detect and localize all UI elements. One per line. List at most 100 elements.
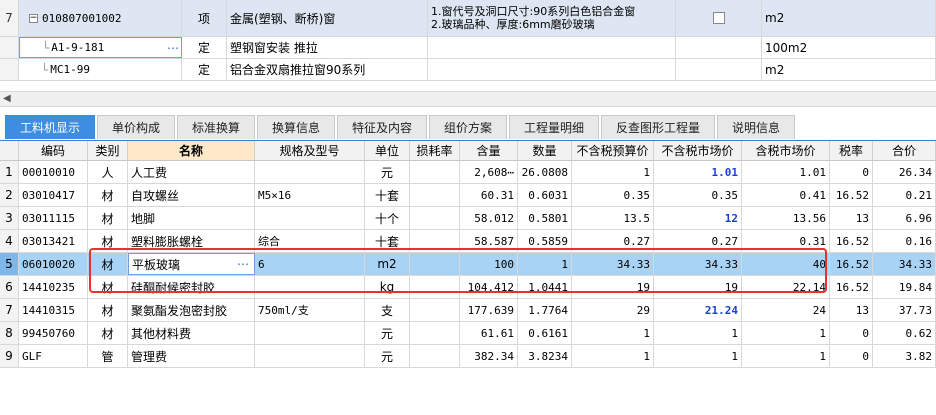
code-cell[interactable]: 00010010 — [19, 161, 88, 183]
total-cell[interactable]: 6.96 — [873, 207, 936, 229]
tax-rate-cell[interactable]: 16.52 — [830, 253, 873, 275]
category-cell[interactable]: 材 — [88, 253, 128, 275]
name-cell[interactable]: 其他材料费 — [128, 322, 255, 344]
budget-price-cell[interactable]: 1 — [572, 322, 654, 344]
tab-standard-conversion[interactable]: 标准换算 — [177, 115, 255, 139]
horizontal-scrollbar[interactable]: ◀ — [0, 91, 936, 107]
code-cell[interactable]: 03010417 — [19, 184, 88, 206]
tax-rate-cell[interactable]: 0 — [830, 161, 873, 183]
top-row-item[interactable]: 7 − 010807001002 项 金属(塑钢、断桥)窗 1.窗代号及洞口尺寸… — [0, 0, 936, 37]
market-price-cell[interactable]: 1.01 — [654, 161, 742, 183]
spec-cell[interactable] — [255, 322, 365, 344]
unit-cell[interactable]: 元 — [365, 322, 410, 344]
spec-cell[interactable] — [255, 207, 365, 229]
tab-notes[interactable]: 说明信息 — [717, 115, 795, 139]
code-cell[interactable]: GLF — [19, 345, 88, 367]
table-row[interactable]: 3 03011115 材地脚 十个 58.012 0.5801 13.5 12 13.56 13 6… — [0, 207, 936, 230]
spec-cell[interactable]: M5×16 — [255, 184, 365, 206]
tab-graphic-quantity[interactable]: 反查图形工程量 — [601, 115, 715, 139]
checkbox-cell[interactable] — [676, 0, 762, 36]
market-price-cell[interactable]: 21.24 — [654, 299, 742, 321]
category-cell[interactable]: 人 — [88, 161, 128, 183]
tab-unit-price[interactable]: 单价构成 — [97, 115, 175, 139]
tab-conversion-info[interactable]: 换算信息 — [257, 115, 335, 139]
top-row-sub[interactable]: └ MC1-99 定 铝合金双扇推拉窗90系列 m2 — [0, 59, 936, 81]
content-cell[interactable]: 104.412 — [460, 276, 518, 298]
total-cell[interactable]: 0.62 — [873, 322, 936, 344]
market-price-cell[interactable]: 0.27 — [654, 230, 742, 252]
name-cell[interactable]: 铝合金双扇推拉窗90系列 — [227, 59, 428, 80]
loss-cell[interactable] — [410, 230, 460, 252]
header-category[interactable]: 类别 — [88, 141, 128, 160]
market-price-cell[interactable]: 19 — [654, 276, 742, 298]
tax-rate-cell[interactable]: 0 — [830, 345, 873, 367]
tax-market-price-cell[interactable]: 1 — [742, 322, 830, 344]
name-cell[interactable]: 人工费 — [128, 161, 255, 183]
total-cell[interactable]: 19.84 — [873, 276, 936, 298]
category-cell[interactable]: 管 — [88, 345, 128, 367]
tax-market-price-cell[interactable]: 24 — [742, 299, 830, 321]
more-icon[interactable]: ⋯ — [237, 257, 251, 271]
unit-cell[interactable]: 元 — [365, 345, 410, 367]
header-tax-market-price[interactable]: 含税市场价 — [742, 141, 830, 160]
unit-cell[interactable]: 十个 — [365, 207, 410, 229]
quantity-cell[interactable]: 0.6161 — [518, 322, 572, 344]
category-cell[interactable]: 材 — [88, 322, 128, 344]
tax-rate-cell[interactable]: 13 — [830, 207, 873, 229]
spec-cell[interactable] — [255, 345, 365, 367]
name-cell[interactable]: 硅酮耐候密封胶 — [128, 276, 255, 298]
unit-cell[interactable]: 元 — [365, 161, 410, 183]
code-cell[interactable]: 14410235 — [19, 276, 88, 298]
table-row[interactable]: 7 14410315 材聚氨酯发泡密封胶 750ml/支支 177.639 1.7764 2… — [0, 299, 936, 322]
name-cell[interactable]: 聚氨酯发泡密封胶 — [128, 299, 255, 321]
header-budget-price[interactable]: 不含税预算价 — [572, 141, 654, 160]
budget-price-cell[interactable]: 1 — [572, 161, 654, 183]
header-loss[interactable]: 损耗率 — [410, 141, 460, 160]
scroll-left-icon[interactable]: ◀ — [3, 93, 11, 104]
unit-cell[interactable]: kg — [365, 276, 410, 298]
tab-materials[interactable]: 工料机显示 — [5, 115, 95, 139]
budget-price-cell[interactable]: 34.33 — [572, 253, 654, 275]
loss-cell[interactable] — [410, 322, 460, 344]
unit-cell[interactable]: m2 — [365, 253, 410, 275]
code-cell[interactable]: └ MC1-99 — [19, 59, 182, 80]
header-content[interactable]: 含量 — [460, 141, 518, 160]
name-cell[interactable]: 金属(塑钢、断桥)窗 — [227, 0, 428, 36]
total-cell[interactable]: 26.34 — [873, 161, 936, 183]
feature-cell[interactable] — [428, 59, 676, 80]
table-row[interactable]: 6 14410235 材硅酮耐候密封胶 kg 104.412 1.0441 19 19 22.1… — [0, 276, 936, 299]
tax-rate-cell[interactable]: 0 — [830, 322, 873, 344]
quantity-cell[interactable]: 0.5801 — [518, 207, 572, 229]
code-cell[interactable]: 99450760 — [19, 322, 88, 344]
content-cell[interactable]: 61.61 — [460, 322, 518, 344]
category-cell[interactable]: 材 — [88, 184, 128, 206]
name-cell[interactable]: 地脚 — [128, 207, 255, 229]
unit-cell[interactable]: 十套 — [365, 230, 410, 252]
code-cell[interactable]: 03013421 — [19, 230, 88, 252]
budget-price-cell[interactable]: 1 — [572, 345, 654, 367]
content-cell[interactable]: 60.31 — [460, 184, 518, 206]
table-row[interactable]: 2 03010417 材自攻螺丝 M5×16 十套 60.31 0.6031 0.35 0.35… — [0, 184, 936, 207]
category-cell[interactable]: 材 — [88, 299, 128, 321]
category-cell[interactable]: 材 — [88, 230, 128, 252]
code-cell[interactable]: 06010020 — [19, 253, 88, 275]
total-cell[interactable]: 0.21 — [873, 184, 936, 206]
content-cell[interactable]: 2,608⋯ — [460, 161, 518, 183]
quantity-cell[interactable]: 1.7764 — [518, 299, 572, 321]
quantity-cell[interactable]: 1.0441 — [518, 276, 572, 298]
tax-market-price-cell[interactable]: 1 — [742, 345, 830, 367]
total-cell[interactable]: 0.16 — [873, 230, 936, 252]
unit-cell[interactable]: 支 — [365, 299, 410, 321]
tax-market-price-cell[interactable]: 40 — [742, 253, 830, 275]
budget-price-cell[interactable]: 0.35 — [572, 184, 654, 206]
total-cell[interactable]: 3.82 — [873, 345, 936, 367]
header-market-price[interactable]: 不含税市场价 — [654, 141, 742, 160]
table-row[interactable]: 5 06010020 材平板玻璃 ⋯ 6 m2 100 1 34.33 34.33 40 16.52 3… — [0, 253, 936, 276]
market-price-cell[interactable]: 12 — [654, 207, 742, 229]
header-tax-rate[interactable]: 税率 — [830, 141, 873, 160]
loss-cell[interactable] — [410, 299, 460, 321]
tax-market-price-cell[interactable]: 1.01 — [742, 161, 830, 183]
code-cell[interactable]: − 010807001002 — [19, 0, 182, 36]
header-total[interactable]: 合价 — [873, 141, 936, 160]
tax-rate-cell[interactable]: 16.52 — [830, 276, 873, 298]
